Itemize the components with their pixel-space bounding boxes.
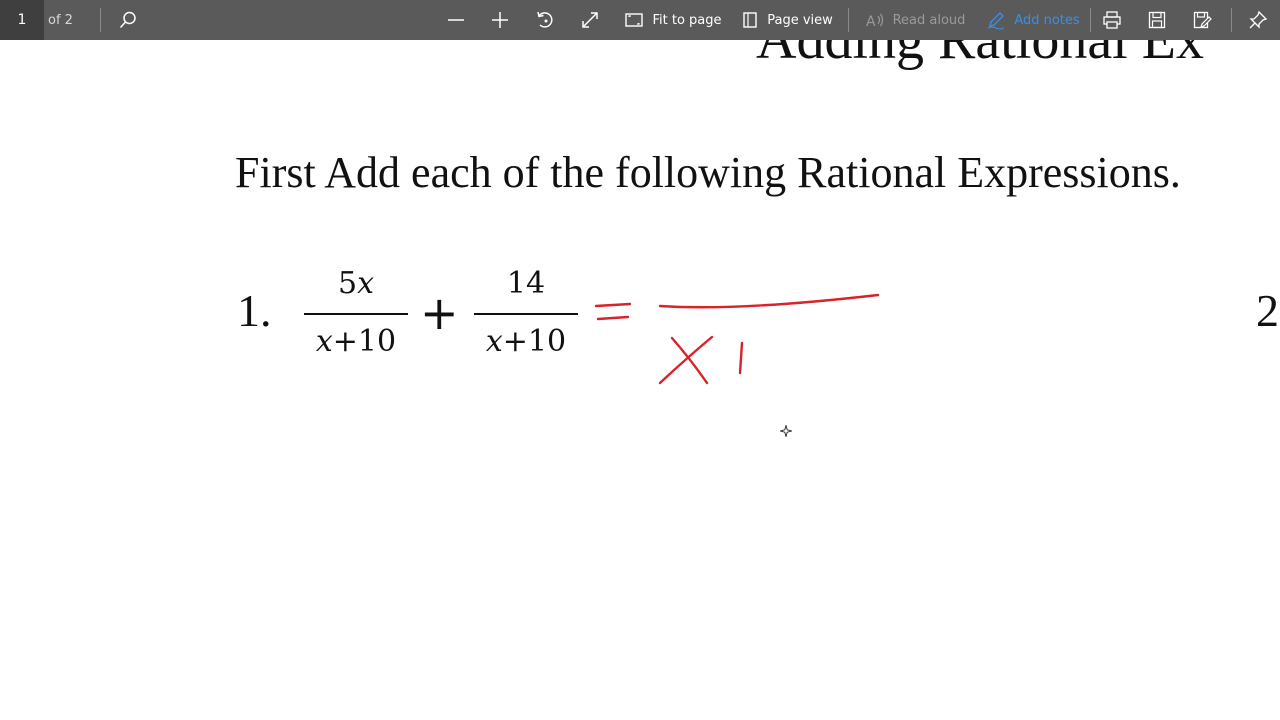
- page-view-button[interactable]: Page view: [740, 0, 834, 40]
- page-number-input[interactable]: 1: [0, 0, 44, 40]
- minus-icon: [446, 10, 466, 30]
- save-button[interactable]: [1143, 0, 1171, 40]
- rotate-button[interactable]: [531, 0, 559, 40]
- fit-page-icon: [624, 11, 644, 29]
- fit-to-page-label: Fit to page: [652, 12, 722, 28]
- toolbar-divider: [1231, 8, 1232, 32]
- expand-icon: [580, 10, 600, 30]
- toolbar-divider: [100, 8, 101, 32]
- pen-icon: [986, 10, 1006, 30]
- page-view-icon: [741, 11, 759, 29]
- read-aloud-button[interactable]: A Read aloud: [864, 0, 966, 40]
- toolbar-divider: [1090, 8, 1091, 32]
- search-icon: [118, 10, 138, 30]
- cursor-icon: [778, 422, 794, 441]
- pin-button[interactable]: [1244, 0, 1272, 40]
- printer-icon: [1102, 10, 1122, 30]
- read-aloud-icon: A: [865, 11, 885, 29]
- pdf-toolbar: 1 of 2 Fit to page Page view A Read alou…: [0, 0, 1280, 40]
- plus-icon: [490, 10, 510, 30]
- add-notes-button[interactable]: Add notes: [984, 0, 1082, 40]
- page-view-label: Page view: [767, 12, 833, 28]
- ink-equals-top: [594, 302, 632, 308]
- read-aloud-label: Read aloud: [892, 12, 966, 28]
- zoom-in-button[interactable]: [486, 0, 514, 40]
- page-count-label: of 2: [48, 12, 73, 28]
- ink-i-stroke: [738, 341, 744, 375]
- zoom-out-button[interactable]: [442, 0, 470, 40]
- toolbar-divider: [848, 8, 849, 32]
- add-notes-label: Add notes: [1014, 12, 1080, 28]
- rotate-icon: [535, 10, 555, 30]
- print-button[interactable]: [1098, 0, 1126, 40]
- ink-x-stroke-2: [658, 335, 714, 385]
- save-icon: [1147, 10, 1167, 30]
- ink-equals-bottom: [596, 315, 630, 321]
- handwriting-layer: [594, 293, 880, 385]
- pin-icon: [1248, 10, 1268, 30]
- svg-text:A: A: [866, 14, 876, 29]
- fullscreen-button[interactable]: [576, 0, 604, 40]
- document-page: Adding Rational Ex First Add each of the…: [0, 40, 1280, 720]
- ink-fraction-bar: [658, 293, 880, 309]
- fit-to-page-button[interactable]: Fit to page: [624, 0, 722, 40]
- save-as-button[interactable]: [1188, 0, 1216, 40]
- search-button[interactable]: [114, 0, 142, 40]
- save-as-icon: [1192, 10, 1212, 30]
